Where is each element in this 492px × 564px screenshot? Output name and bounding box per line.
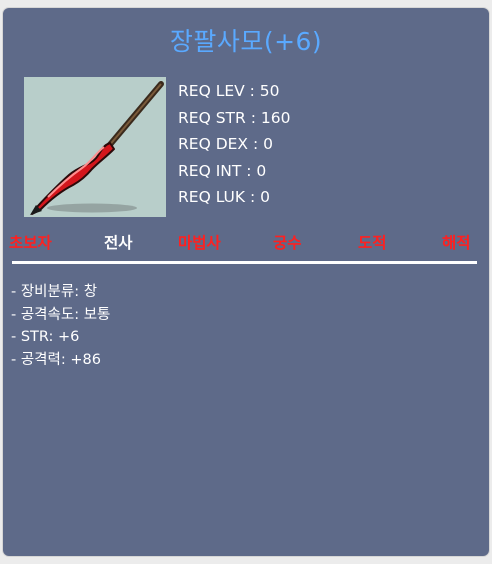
red-spear-icon [24, 77, 166, 217]
job-class-row: 초보자 전사 마법사 궁수 도적 해적 [3, 231, 489, 259]
req-luk: REQ LUK : 0 [178, 188, 271, 206]
class-bowman: 궁수 [273, 234, 302, 252]
stats-list: - 장비분류: 창 - 공격속도: 보통 - STR: +6 - 공격력: +8… [11, 282, 110, 372]
stat-str: - STR: +6 [11, 329, 80, 345]
req-int: REQ INT : 0 [178, 161, 267, 180]
stat-attack: - 공격력: +86 [11, 351, 101, 368]
stat-category: - 장비분류: 창 [11, 284, 98, 300]
req-str: REQ STR : 160 [178, 108, 291, 127]
class-beginner: 초보자 [9, 234, 52, 252]
req-level: REQ LEV : 50 [178, 82, 280, 100]
item-title: 장팔사모(+6) [169, 27, 323, 56]
divider [12, 261, 477, 264]
stat-attack-speed: - 공격속도: 보통 [11, 306, 111, 323]
class-thief: 도적 [358, 234, 387, 252]
requirements-list: REQ LEV : 50 REQ STR : 160 REQ DEX : 0 R… [178, 80, 290, 213]
req-dex: REQ DEX : 0 [178, 135, 273, 153]
class-warrior: 전사 [104, 234, 133, 252]
class-magician: 마법사 [178, 234, 221, 252]
item-tooltip-card: 장팔사모(+6) REQ LEV : 50 REQ STR : 160 REQ … [3, 8, 489, 556]
class-pirate: 해적 [442, 234, 471, 252]
